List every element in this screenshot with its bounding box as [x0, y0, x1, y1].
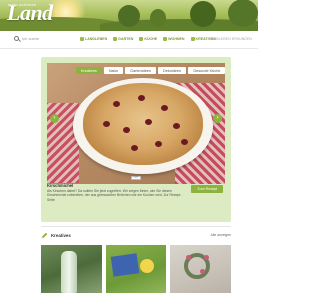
nav-link-label: WOHNEN — [168, 37, 185, 41]
slider-prev-button[interactable]: ‹ — [50, 114, 59, 123]
nav-link-label: LANDLEBEN — [85, 37, 108, 41]
cherry — [123, 127, 130, 133]
slider-tab[interactable]: Gesunde Küche — [188, 67, 226, 74]
slide-title[interactable]: Kirschmichel — [47, 183, 73, 188]
section-more-link[interactable]: Alle anzeigen — [211, 233, 231, 237]
slider-tab[interactable]: Natur — [103, 67, 124, 74]
nav-link-kueche[interactable]: KÜCHE — [139, 37, 157, 41]
tree-decoration — [228, 0, 258, 27]
cherry — [145, 119, 152, 125]
search-box[interactable]: Ich suche — [14, 36, 39, 41]
cherry — [103, 121, 110, 127]
section-divider — [41, 226, 231, 227]
nav-link-wohnen[interactable]: WOHNEN — [163, 37, 185, 41]
section-header: Kreatives Alle anzeigen — [41, 231, 231, 241]
bottle-image — [61, 251, 77, 293]
tree-decoration — [190, 1, 216, 27]
slider-tab[interactable]: Kreatives — [76, 67, 102, 74]
teaser-list — [41, 245, 232, 295]
tree-decoration — [150, 9, 166, 27]
hero-image[interactable] — [47, 63, 225, 184]
nav-link-landleben[interactable]: LANDLEBEN — [80, 37, 107, 41]
hero-slider: Kreatives Natur Gartenideen Dekoideen Ge… — [41, 57, 231, 222]
cherry — [155, 141, 162, 147]
sofa-icon — [163, 37, 168, 41]
recipe-button[interactable]: Zum Rezept — [191, 185, 223, 193]
cherry — [173, 123, 180, 129]
main-nav: Ich suche LANDLEBEN GARTEN KÜCHE WOHNEN … — [0, 31, 258, 49]
cherry — [181, 139, 188, 145]
cherry — [113, 101, 120, 107]
teaser-card[interactable] — [41, 245, 102, 293]
cloth-image — [110, 253, 139, 277]
slider-tab[interactable]: Gartenideen — [125, 67, 157, 74]
tree-decoration — [118, 5, 140, 27]
teaser-card[interactable] — [170, 245, 232, 293]
header-banner: mein schönes Land — [0, 0, 258, 31]
nav-link-label: KÜCHE — [144, 37, 158, 41]
cherry — [131, 145, 138, 151]
chevron-right-icon: › — [216, 115, 219, 121]
flower-icon — [113, 37, 118, 41]
pot-icon — [139, 37, 144, 41]
slide-text: Als Kirschen dabei? Da sollten Sie jetzt… — [47, 189, 182, 202]
section-title: Kreatives — [51, 233, 71, 238]
search-input[interactable]: Ich suche — [22, 36, 39, 41]
nav-link-garten[interactable]: GARTEN — [113, 37, 133, 41]
nav-right-link[interactable]: LANDLEBEN ERKUNDEN — [209, 37, 252, 41]
search-icon[interactable] — [14, 36, 19, 41]
cherry — [138, 95, 145, 101]
cherry-bake — [83, 83, 203, 165]
house-icon — [80, 37, 84, 41]
lemon-image — [139, 259, 154, 273]
slider-pager[interactable]: 1/5 — [131, 176, 141, 180]
teaser-card[interactable] — [105, 245, 167, 293]
chevron-left-icon: ‹ — [53, 115, 56, 121]
slider-next-button[interactable]: › — [213, 114, 222, 123]
pencil-icon — [41, 232, 48, 239]
cherry — [161, 105, 168, 111]
slider-tab[interactable]: Dekoideen — [158, 67, 187, 74]
nav-link-label: GARTEN — [118, 37, 134, 41]
site-logo[interactable]: Land — [7, 2, 53, 24]
pencil-icon — [190, 37, 195, 41]
slider-tabs: Kreatives Natur Gartenideen Dekoideen Ge… — [76, 67, 226, 74]
